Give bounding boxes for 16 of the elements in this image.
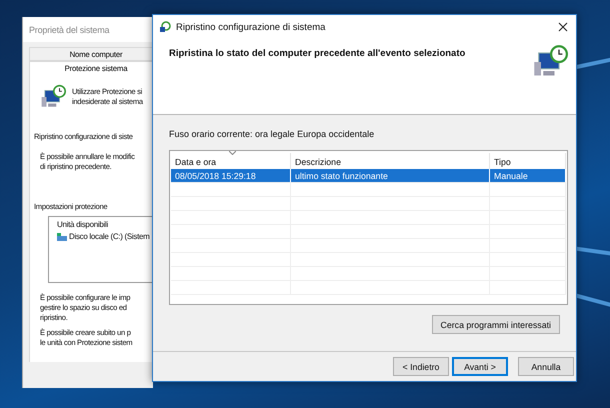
drive-icon [57, 232, 67, 240]
list-item[interactable]: Disco locale (C:) (Sistem [69, 232, 150, 241]
dialog-button[interactable]: < Indietro [393, 357, 449, 376]
close-icon [558, 22, 568, 32]
timezone-text: Fuso orario corrente: ora legale Europa occidentale [169, 129, 376, 139]
restore-icon [159, 21, 171, 33]
window-title: Proprietà del sistema [23, 17, 153, 42]
search-programs-button[interactable]: Cerca programmi interessati [432, 315, 560, 334]
window-title: Ripristino configurazione di sistema [176, 22, 326, 32]
dialog-button[interactable]: Annulla [518, 357, 574, 376]
computer-clock-icon [40, 84, 66, 110]
dialog-heading: Ripristina lo stato del computer precedente all'evento selezionato [169, 48, 466, 61]
table-row[interactable]: 08/05/2018 15:29:18 ultimo stato funzionante Manuale [171, 169, 566, 183]
dialog-button[interactable]: Avanti > [452, 357, 508, 376]
close-button[interactable] [556, 22, 570, 32]
list-header: Unità disponibili [57, 220, 109, 229]
